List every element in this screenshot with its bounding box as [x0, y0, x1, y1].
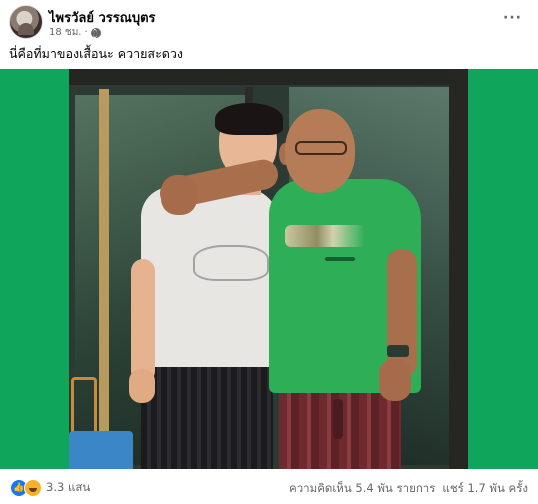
person-left-hair: [215, 103, 283, 135]
post-time[interactable]: 18 ชม.: [49, 25, 81, 40]
post-header: ไพรวัลย์ วรรณบุตร 18 ชม. · ···: [0, 0, 538, 42]
post-footer: 👍 3.3 แสน ความคิดเห็น 5.4 พัน รายการ แชร…: [0, 469, 538, 504]
photo-scene: [69, 69, 468, 469]
door-frame-right: [449, 69, 468, 469]
hand-on-shoulder: [161, 175, 197, 215]
ceiling-beam: [69, 69, 468, 85]
wood-frame: [99, 89, 109, 469]
globe-icon: [90, 27, 101, 38]
shares-count-link[interactable]: แชร์ 1.7 พัน ครั้ง: [442, 480, 528, 498]
glasses: [295, 141, 347, 155]
wristwatch: [387, 345, 409, 357]
shirt-text-mark: [325, 257, 355, 261]
person-left-arm: [131, 259, 155, 383]
person-left-pants: [141, 365, 273, 469]
author-avatar[interactable]: [9, 5, 43, 39]
more-options-icon[interactable]: ···: [503, 10, 522, 26]
person-left-hand: [129, 369, 155, 403]
haha-reaction-icon: [24, 479, 42, 497]
sarong-knot: [333, 399, 343, 439]
engagement-stats: ความคิดเห็น 5.4 พัน รายการ แชร์ 1.7 พัน …: [289, 480, 528, 498]
post-meta: 18 ชม. ·: [49, 25, 101, 40]
reactions-count: 3.3 แสน: [46, 480, 91, 494]
person-right-hand: [379, 359, 411, 401]
post-photo[interactable]: [0, 69, 538, 469]
comments-count-link[interactable]: ความคิดเห็น 5.4 พัน รายการ: [289, 480, 435, 498]
shirt-print: [193, 245, 269, 281]
meta-separator: ·: [84, 27, 88, 38]
person-right-arm: [387, 249, 417, 377]
blue-stool: [69, 431, 133, 469]
shirt-buffalo-print: [285, 225, 365, 247]
post-caption: นี่คือที่มาของเสื้อนะ ควายสะดวง: [9, 46, 184, 61]
reactions-summary[interactable]: 👍 3.3 แสน: [10, 479, 90, 497]
